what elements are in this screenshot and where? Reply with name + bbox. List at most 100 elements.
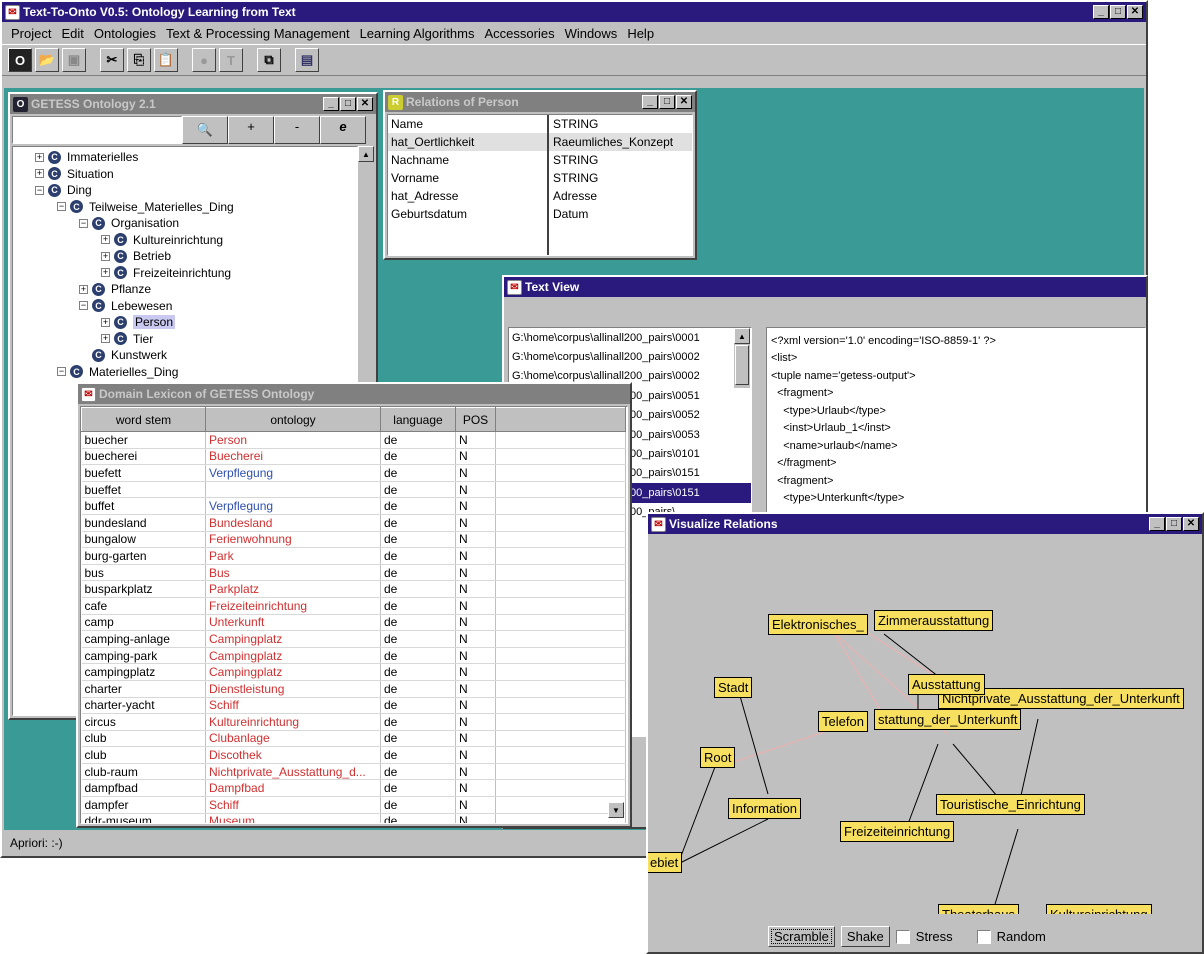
- close-button[interactable]: ✕: [357, 97, 373, 111]
- ontology-icon[interactable]: O: [8, 48, 32, 72]
- table-row[interactable]: dampfer Schiff de N: [81, 796, 626, 814]
- table-row[interactable]: camping-park Campingplatz de N: [81, 647, 626, 665]
- ontology-search-input[interactable]: [12, 116, 182, 144]
- node-ausstattung[interactable]: Ausstattung: [908, 674, 985, 695]
- relations-titlebar[interactable]: R Relations of Person _ □ ✕: [385, 92, 695, 112]
- open-folder-icon[interactable]: 📂: [35, 48, 59, 72]
- scroll-up-icon[interactable]: ▲: [734, 328, 750, 344]
- node-zimmerausstattung[interactable]: Zimmerausstattung: [874, 610, 994, 631]
- edit-button[interactable]: e: [320, 116, 366, 144]
- tree-node[interactable]: + C Immaterielles: [13, 149, 357, 166]
- stress-checkbox[interactable]: Stress: [895, 929, 953, 945]
- scramble-button[interactable]: Scramble: [768, 926, 835, 947]
- expand-icon[interactable]: +: [35, 169, 44, 179]
- relation-row[interactable]: Nachname STRING: [388, 151, 692, 169]
- expand-icon[interactable]: +: [101, 334, 110, 344]
- table-row[interactable]: buecherei Buecherei de N: [81, 448, 626, 466]
- relation-row[interactable]: Vorname STRING: [388, 169, 692, 187]
- table-row[interactable]: buefett Verpflegung de N: [81, 464, 626, 482]
- relation-row[interactable]: hat_Oertlichkeit Raeumliches_Konzept: [388, 133, 692, 151]
- table-row[interactable]: camping-anlage Campingplatz de N: [81, 630, 626, 648]
- node-root[interactable]: Root: [700, 747, 736, 768]
- relation-row[interactable]: hat_Adresse Adresse: [388, 187, 692, 205]
- random-checkbox[interactable]: Random: [976, 929, 1046, 945]
- expand-icon[interactable]: +: [35, 152, 44, 162]
- table-row[interactable]: bus Bus de N: [81, 564, 626, 582]
- cut-icon[interactable]: ✂: [100, 48, 124, 72]
- file-list-item[interactable]: G:\home\corpus\allinall200_pairs\0001: [509, 328, 751, 347]
- tree-node[interactable]: + C Freizeiteinrichtung: [13, 265, 357, 282]
- collapse-icon[interactable]: −: [57, 367, 66, 377]
- relation-row[interactable]: Name STRING: [388, 115, 692, 133]
- col-word-stem[interactable]: word stem: [81, 407, 206, 432]
- menu-ontologies[interactable]: Ontologies: [89, 26, 161, 41]
- tree-node[interactable]: + C Situation: [13, 166, 357, 183]
- file-list-scrollbar[interactable]: ▲: [734, 328, 750, 388]
- menu-learning-algorithms[interactable]: Learning Algorithms: [355, 26, 480, 41]
- tree-node[interactable]: + C Kultureinrichtung: [13, 232, 357, 249]
- table-row[interactable]: club Discothek de N: [81, 746, 626, 764]
- expand-icon[interactable]: +: [101, 317, 110, 327]
- maximize-button[interactable]: □: [659, 95, 675, 109]
- col-language[interactable]: language: [380, 407, 456, 432]
- expand-icon[interactable]: +: [101, 235, 110, 245]
- tree-node[interactable]: + C Betrieb: [13, 248, 357, 265]
- table-row[interactable]: circus Kultureinrichtung de N: [81, 713, 626, 731]
- maximize-button[interactable]: □: [1166, 517, 1182, 531]
- menu-accessories[interactable]: Accessories: [479, 26, 559, 41]
- remove-button[interactable]: -: [274, 116, 320, 144]
- tree-node[interactable]: − C Ding: [13, 182, 357, 199]
- table-row[interactable]: charter Dienstleistung de N: [81, 680, 626, 698]
- expand-icon[interactable]: +: [79, 284, 88, 294]
- text-icon[interactable]: T: [219, 48, 243, 72]
- expand-icon[interactable]: +: [101, 268, 110, 278]
- collapse-icon[interactable]: −: [79, 301, 88, 311]
- node-elektronisches[interactable]: Elektronisches_: [768, 614, 868, 635]
- duplicate-icon[interactable]: ⧉: [257, 48, 281, 72]
- table-row[interactable]: club Clubanlage de N: [81, 730, 626, 748]
- table-row[interactable]: club-raum Nichtprivate_Ausstattung_d... de…: [81, 763, 626, 781]
- close-button[interactable]: ✕: [676, 95, 692, 109]
- shake-button[interactable]: Shake: [840, 926, 890, 947]
- collapse-icon[interactable]: −: [35, 185, 44, 195]
- table-row[interactable]: buecher Person de N: [81, 431, 626, 449]
- col-pos[interactable]: POS: [455, 407, 496, 432]
- close-button[interactable]: ✕: [1183, 517, 1199, 531]
- table-row[interactable]: cafe Freizeiteinrichtung de N: [81, 597, 626, 615]
- main-titlebar[interactable]: ✉ Text-To-Onto V0.5: Ontology Learning f…: [2, 2, 1146, 22]
- tree-node[interactable]: − C Organisation: [13, 215, 357, 232]
- col-ontology[interactable]: ontology: [205, 407, 381, 432]
- maximize-button[interactable]: □: [1110, 5, 1126, 19]
- menu-windows[interactable]: Windows: [560, 26, 623, 41]
- table-row[interactable]: bundesland Bundesland de N: [81, 514, 626, 532]
- paste-icon[interactable]: 📋: [154, 48, 178, 72]
- maximize-button[interactable]: □: [340, 97, 356, 111]
- minimize-button[interactable]: _: [323, 97, 339, 111]
- table-row[interactable]: busparkplatz Parkplatz de N: [81, 580, 626, 598]
- table-row[interactable]: buffet Verpflegung de N: [81, 497, 626, 515]
- node-stattung-unterkunft[interactable]: stattung_der_Unterkunft: [874, 709, 1022, 730]
- add-button[interactable]: +: [228, 116, 274, 144]
- collapse-icon[interactable]: −: [57, 202, 66, 212]
- text-view-titlebar[interactable]: ✉ Text View: [504, 277, 1146, 297]
- collapse-icon[interactable]: −: [79, 218, 88, 228]
- table-row[interactable]: burg-garten Park de N: [81, 547, 626, 565]
- tree-node[interactable]: C Kunstwerk: [13, 347, 357, 364]
- tree-node[interactable]: + C Tier: [13, 331, 357, 348]
- scroll-down-icon[interactable]: ▼: [608, 802, 624, 818]
- node-telefon[interactable]: Telefon: [818, 711, 868, 732]
- menu-project[interactable]: Project: [6, 26, 56, 41]
- menu-text-processing[interactable]: Text & Processing Management: [161, 26, 355, 41]
- table-row[interactable]: ddr-museum Museum de N: [81, 813, 626, 823]
- node-stadt[interactable]: Stadt: [714, 677, 753, 698]
- node-touristische[interactable]: Touristische_Einrichtung: [936, 794, 1085, 815]
- stress-check-box[interactable]: [895, 930, 910, 945]
- node-theaterhaus[interactable]: Theaterhaus: [938, 904, 1019, 914]
- relation-row[interactable]: Geburtsdatum Datum: [388, 205, 692, 223]
- file-list-item[interactable]: G:\home\corpus\allinall200_pairs\0002: [509, 347, 751, 366]
- node-kultureinrichtung[interactable]: Kultureinrichtung: [1046, 904, 1152, 914]
- table-row[interactable]: charter-yacht Schiff de N: [81, 697, 626, 715]
- random-check-box[interactable]: [976, 930, 991, 945]
- table-row[interactable]: bungalow Ferienwohnung de N: [81, 531, 626, 549]
- table-row[interactable]: camp Unterkunft de N: [81, 614, 626, 632]
